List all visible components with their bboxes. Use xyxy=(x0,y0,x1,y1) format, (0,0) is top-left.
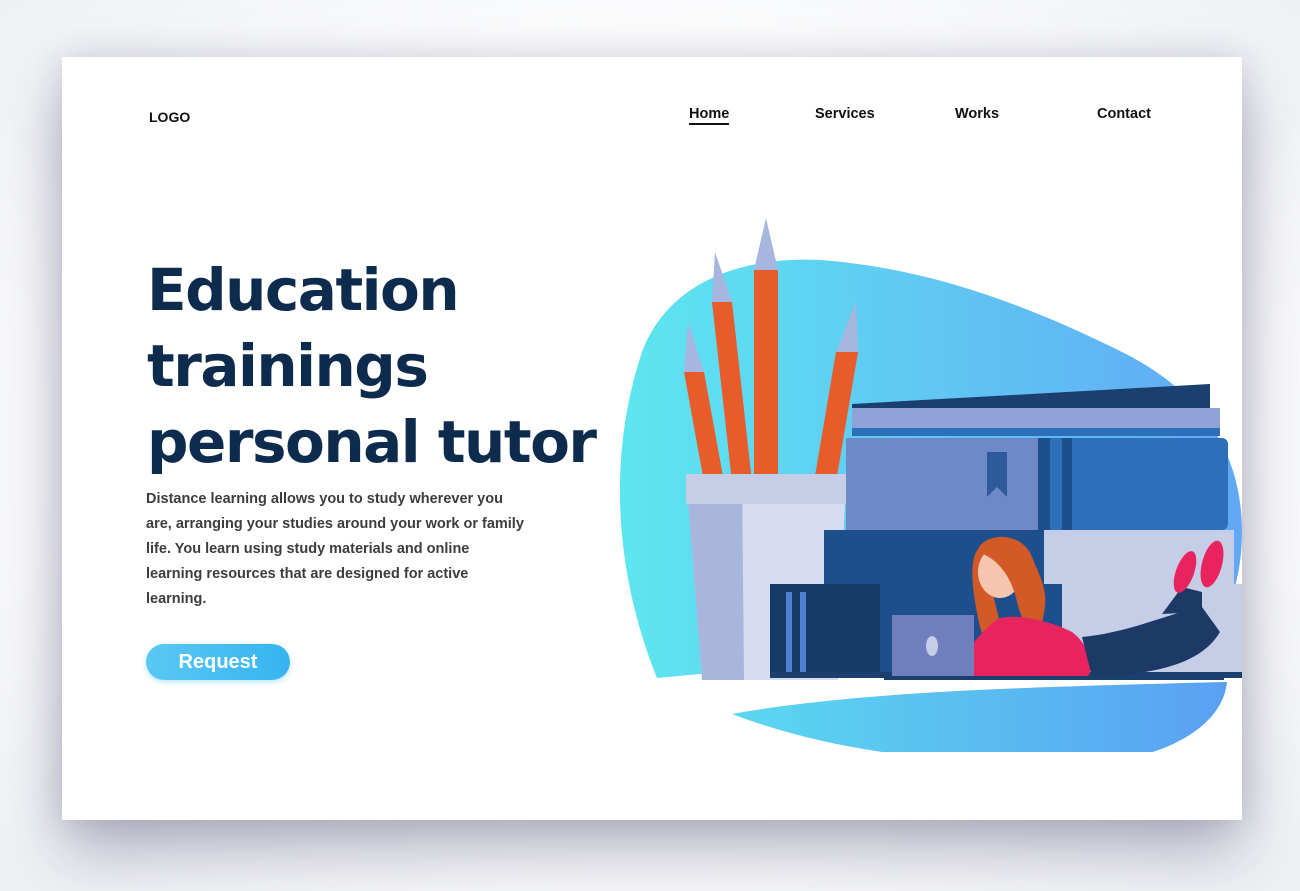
headline-line-2: trainings xyxy=(147,332,429,400)
hero-headline: Education trainings personal tutor xyxy=(147,252,667,480)
nav-works[interactable]: Works xyxy=(955,106,999,122)
hero-description: Distance learning allows you to study wh… xyxy=(146,491,524,607)
floor-blob xyxy=(732,682,1227,752)
education-illustration xyxy=(619,218,1242,752)
nav-contact[interactable]: Contact xyxy=(1097,106,1151,122)
headline-line-3: personal tutor xyxy=(147,408,597,476)
request-button[interactable]: Request xyxy=(146,644,290,680)
landing-page: LOGO Home Services Works Contact Educati… xyxy=(62,57,1242,820)
main-nav: Home Services Works Contact xyxy=(62,106,1242,126)
nav-home[interactable]: Home xyxy=(689,106,730,125)
headline-line-1: Education xyxy=(147,256,460,324)
nav-services[interactable]: Services xyxy=(815,106,875,122)
